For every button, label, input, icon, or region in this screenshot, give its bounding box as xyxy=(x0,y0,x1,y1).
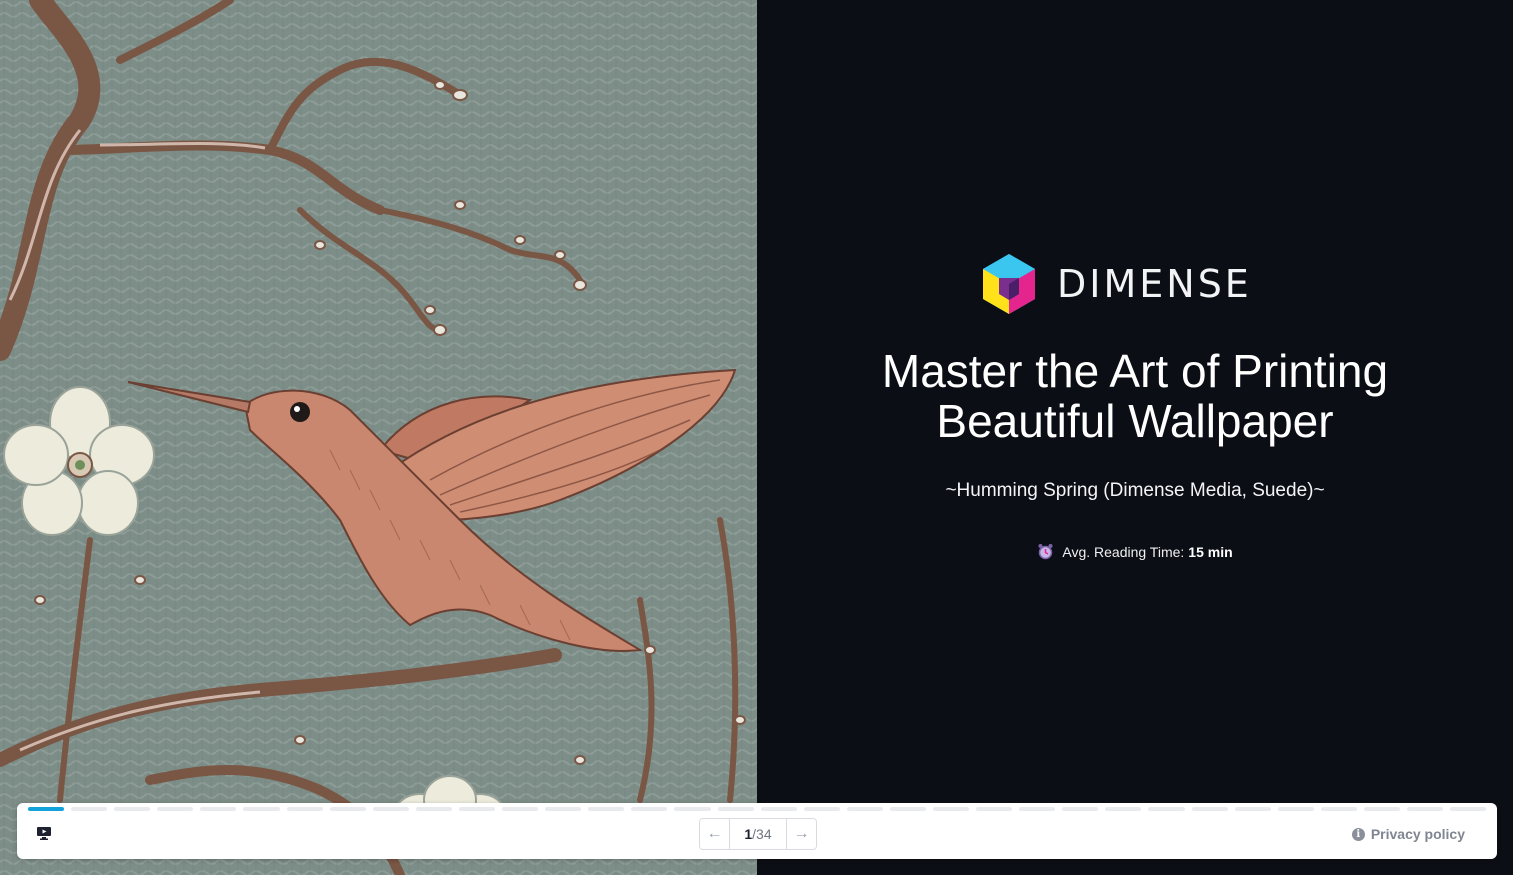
progress-segment[interactable] xyxy=(458,807,496,811)
progress-segment[interactable] xyxy=(415,807,452,811)
brand-logo[interactable]: DIMENSE xyxy=(983,254,1252,314)
progress-segment[interactable] xyxy=(803,807,840,811)
progress-track xyxy=(28,807,1487,811)
reading-time: Avg. Reading Time: 15 min xyxy=(757,543,1513,560)
dimense-logo-icon xyxy=(983,254,1035,314)
progress-segment[interactable] xyxy=(372,807,409,811)
progress-segment[interactable] xyxy=(157,807,194,811)
title-line-2: Beautiful Wallpaper xyxy=(936,395,1334,447)
progress-segment[interactable] xyxy=(243,807,280,811)
progress-segment[interactable] xyxy=(846,807,883,811)
progress-segment[interactable] xyxy=(286,807,323,811)
bottom-toolbar: ← 1 / 34 → i Privacy policy xyxy=(17,803,1497,859)
current-page: 1 xyxy=(744,826,753,842)
page-title: Master the Art of Printing Beautiful Wal… xyxy=(757,346,1513,446)
progress-segment[interactable] xyxy=(200,807,237,811)
progress-segment[interactable] xyxy=(28,807,65,811)
progress-segment[interactable] xyxy=(717,807,754,811)
page-counter: 1 / 34 xyxy=(730,819,786,849)
progress-segment[interactable] xyxy=(674,807,711,811)
arrow-right-icon: → xyxy=(793,825,810,842)
page-subtitle: ~Humming Spring (Dimense Media, Suede)~ xyxy=(945,480,1325,501)
progress-segment[interactable] xyxy=(1277,807,1314,811)
total-pages: 34 xyxy=(756,826,772,842)
page-navigator: ← 1 / 34 → xyxy=(699,818,817,850)
title-line-1: Master the Art of Printing xyxy=(881,345,1389,397)
progress-segment[interactable] xyxy=(631,807,668,811)
progress-segment[interactable] xyxy=(932,807,970,811)
progress-segment[interactable] xyxy=(1363,807,1400,811)
reading-time-value: 15 min xyxy=(1188,543,1233,560)
brand-name: DIMENSE xyxy=(1057,262,1252,306)
progress-segment[interactable] xyxy=(588,807,625,811)
privacy-policy-link[interactable]: i Privacy policy xyxy=(1351,826,1465,842)
arrow-left-icon: ← xyxy=(706,825,723,842)
alarm-clock-icon xyxy=(1038,544,1053,560)
presentation-icon xyxy=(36,827,51,840)
prev-page-button[interactable]: ← xyxy=(700,819,730,849)
progress-segment[interactable] xyxy=(1407,807,1444,811)
progress-segment[interactable] xyxy=(1320,807,1357,811)
progress-segment[interactable] xyxy=(545,807,582,811)
progress-segment[interactable] xyxy=(889,807,926,811)
progress-segment[interactable] xyxy=(1062,807,1099,811)
intro-panel: DIMENSE Master the Art of Printing Beaut… xyxy=(757,0,1513,875)
privacy-policy-label: Privacy policy xyxy=(1370,826,1465,842)
progress-segment[interactable] xyxy=(114,807,151,811)
next-page-button[interactable]: → xyxy=(786,819,816,849)
progress-segment[interactable] xyxy=(1105,807,1142,811)
hummingbird-illustration xyxy=(0,0,757,875)
progress-segment[interactable] xyxy=(1234,807,1271,811)
progress-segment[interactable] xyxy=(1019,807,1056,811)
progress-segment[interactable] xyxy=(1191,807,1228,811)
presentation-button[interactable] xyxy=(35,825,52,842)
slide-stage: DIMENSE Master the Art of Printing Beaut… xyxy=(0,0,1513,875)
hero-artwork xyxy=(0,0,757,875)
progress-segment[interactable] xyxy=(760,807,797,811)
progress-segment[interactable] xyxy=(1450,807,1487,811)
progress-segment[interactable] xyxy=(976,807,1013,811)
progress-segment[interactable] xyxy=(71,807,108,811)
reading-time-label: Avg. Reading Time: xyxy=(1062,543,1185,560)
progress-segment[interactable] xyxy=(502,807,539,811)
info-icon: i xyxy=(1351,827,1365,841)
progress-segment[interactable] xyxy=(1148,807,1185,811)
progress-segment[interactable] xyxy=(329,807,366,811)
